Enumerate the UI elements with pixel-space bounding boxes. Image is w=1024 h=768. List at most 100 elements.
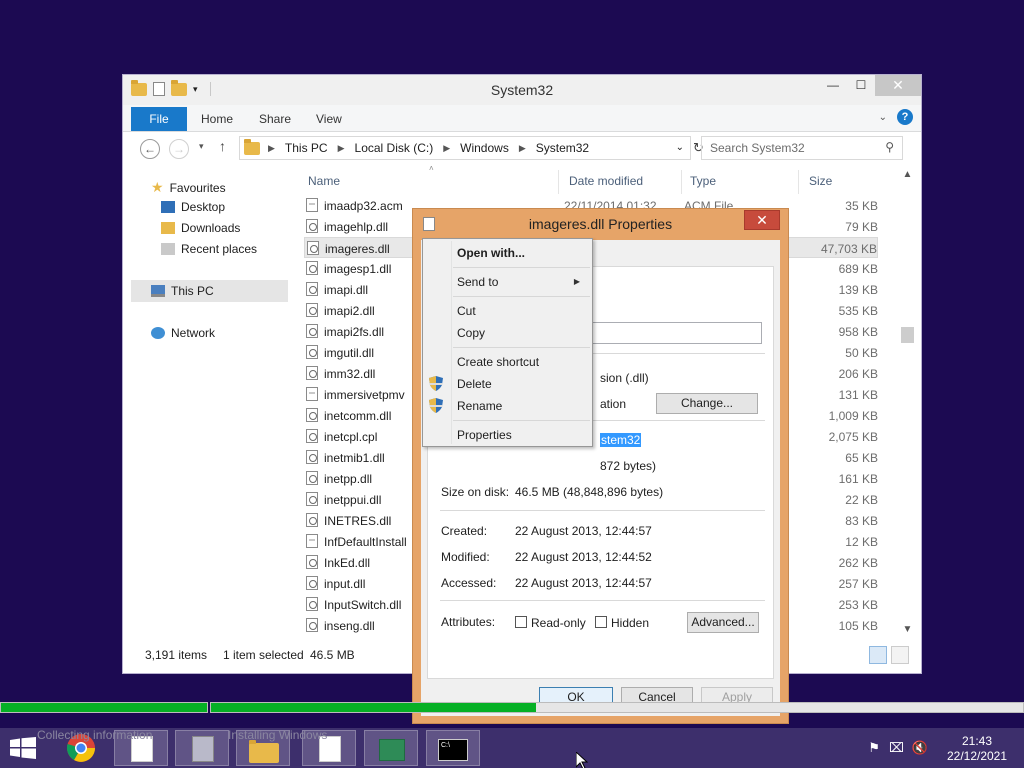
breadcrumb-system32[interactable]: System32: [536, 141, 589, 155]
computer-icon: [151, 285, 165, 297]
sort-indicator-icon: ˄: [429, 164, 434, 173]
column-separator[interactable]: [798, 170, 799, 194]
forward-button[interactable]: →: [169, 139, 189, 159]
nav-item-recent-places[interactable]: Recent places: [161, 242, 257, 256]
submenu-arrow-icon: ▶: [573, 277, 580, 286]
file-size: 206 KB: [838, 367, 878, 381]
nav-item-favourites[interactable]: ★ Favourites: [151, 179, 226, 196]
dialog-close-button[interactable]: ✕: [744, 210, 780, 230]
menu-item-cut[interactable]: Cut: [457, 304, 476, 318]
file-name: inetpp.dll: [324, 472, 373, 486]
network-status-icon[interactable]: ⌧: [889, 740, 904, 756]
menu-item-rename[interactable]: Rename: [457, 399, 502, 413]
nav-item-network[interactable]: Network: [151, 326, 215, 340]
windows-start-icon[interactable]: [10, 737, 36, 759]
taskbar: C:\ ⚑ ⌧ 🔇 21:43 22/12/2021: [0, 728, 1024, 768]
dll-file-icon: [306, 513, 318, 527]
dll-file-icon: [306, 219, 318, 233]
nav-item-desktop[interactable]: Desktop: [161, 200, 225, 214]
taskbar-setup[interactable]: [364, 730, 418, 766]
action-center-flag-icon[interactable]: ⚑: [868, 740, 880, 756]
address-bar[interactable]: ▶ This PC ▶ Local Disk (C:) ▶ Windows ▶ …: [239, 136, 691, 160]
scroll-down-icon[interactable]: ▼: [899, 624, 916, 635]
created-value: 22 August 2013, 12:44:57: [515, 524, 652, 538]
minimize-button[interactable]: —: [819, 75, 847, 96]
scroll-thumb[interactable]: [901, 327, 914, 343]
file-name: imageres.dll: [325, 242, 390, 256]
column-separator[interactable]: [558, 170, 559, 194]
breadcrumb-separator[interactable]: ▶: [519, 143, 526, 154]
column-header-name[interactable]: Name: [308, 174, 340, 188]
menu-separator: [453, 267, 590, 268]
read-only-label[interactable]: Read-only: [531, 616, 586, 630]
menu-item-create-shortcut[interactable]: Create shortcut: [457, 355, 539, 369]
breadcrumb-separator[interactable]: ▶: [338, 143, 345, 154]
file-name: immersivetpmv: [324, 388, 405, 402]
mouse-cursor-icon: [576, 752, 588, 768]
column-header-type[interactable]: Type: [690, 174, 716, 188]
search-icon: ⚲: [885, 140, 894, 154]
nav-item-this-pc[interactable]: This PC: [131, 280, 288, 302]
details-view-icon[interactable]: [869, 646, 887, 664]
ribbon: File Home Share View ⌄ ?: [123, 105, 921, 132]
breadcrumb-separator[interactable]: ▶: [443, 143, 450, 154]
address-dropdown-icon[interactable]: ⌄: [676, 142, 684, 153]
modified-label: Modified:: [441, 550, 490, 564]
menu-item-properties[interactable]: Properties: [457, 428, 512, 442]
large-icons-view-icon[interactable]: [891, 646, 909, 664]
uac-shield-icon: [429, 376, 443, 391]
menu-item-copy[interactable]: Copy: [457, 326, 485, 340]
setup-step-installing: Installing Windows: [228, 728, 328, 742]
search-input[interactable]: Search System32 ⚲: [701, 136, 903, 160]
navigation-pane: ★ Favourites Desktop Downloads Recent pl…: [123, 164, 293, 639]
breadcrumb-windows[interactable]: Windows: [460, 141, 509, 155]
explorer-titlebar[interactable]: ▾ System32 — ☐ ✕: [123, 75, 921, 105]
scroll-up-icon[interactable]: ▲: [899, 169, 916, 180]
hidden-label[interactable]: Hidden: [611, 616, 649, 630]
breadcrumb-local-disk[interactable]: Local Disk (C:): [355, 141, 434, 155]
column-header-date[interactable]: Date modified: [569, 174, 643, 188]
back-button[interactable]: ←: [140, 139, 160, 159]
file-name: inetmib1.dll: [324, 451, 385, 465]
file-name: InputSwitch.dll: [324, 598, 402, 612]
advanced-button[interactable]: Advanced...: [687, 612, 759, 633]
window-controls: — ☐ ✕: [819, 75, 921, 96]
taskbar-command-prompt[interactable]: C:\: [426, 730, 480, 766]
menu-item-open-with[interactable]: Open with...: [457, 246, 525, 260]
menu-item-delete[interactable]: Delete: [457, 377, 492, 391]
item-count: 3,191 items: [145, 648, 208, 662]
taskbar-installer[interactable]: [175, 730, 229, 766]
tab-view[interactable]: View: [316, 112, 342, 126]
read-only-checkbox[interactable]: [515, 616, 527, 628]
hidden-checkbox[interactable]: [595, 616, 607, 628]
clock[interactable]: 21:43 22/12/2021: [942, 734, 1012, 764]
file-list-scrollbar[interactable]: ▲ ▼: [899, 167, 916, 637]
up-button[interactable]: ↑: [219, 138, 226, 154]
column-header-size[interactable]: Size: [809, 174, 832, 188]
file-name: inseng.dll: [324, 619, 375, 633]
dialog-title: imageres.dll Properties: [528, 216, 673, 232]
search-placeholder: Search System32: [710, 141, 805, 155]
help-icon[interactable]: ?: [897, 109, 913, 125]
menu-gutter: [451, 241, 452, 444]
breadcrumb-this-pc[interactable]: This PC: [285, 141, 328, 155]
close-button[interactable]: ✕: [875, 75, 921, 96]
tab-file[interactable]: File: [131, 107, 187, 131]
change-button[interactable]: Change...: [656, 393, 758, 414]
menu-item-send-to[interactable]: Send to: [457, 275, 498, 289]
tab-home[interactable]: Home: [201, 112, 233, 126]
file-size: 79 KB: [845, 220, 878, 234]
file-name: input.dll: [324, 577, 366, 591]
file-size: 689 KB: [838, 262, 878, 276]
nav-item-downloads[interactable]: Downloads: [161, 221, 240, 235]
breadcrumb-separator[interactable]: ▶: [268, 143, 275, 154]
nav-label: Recent places: [181, 242, 258, 256]
expand-ribbon-icon[interactable]: ⌄: [879, 112, 887, 123]
column-separator[interactable]: [681, 170, 682, 194]
maximize-button[interactable]: ☐: [847, 75, 875, 96]
tab-share[interactable]: Share: [259, 112, 291, 126]
setup-icon: [379, 739, 405, 761]
volume-muted-icon[interactable]: 🔇: [912, 740, 928, 756]
recent-locations-icon[interactable]: ▾: [199, 141, 204, 152]
file-name: INETRES.dll: [324, 514, 392, 528]
